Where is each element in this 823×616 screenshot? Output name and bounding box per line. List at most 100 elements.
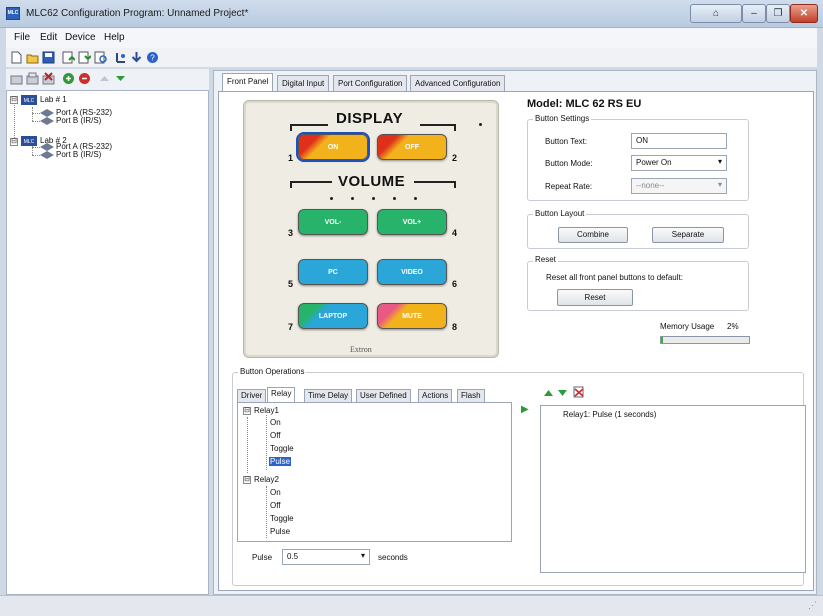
panel-button-pc[interactable]: PC: [298, 259, 368, 285]
menu-file[interactable]: File: [14, 32, 30, 43]
button-4-number: 4: [452, 228, 458, 238]
optab-flash[interactable]: Flash: [457, 389, 485, 402]
add-device-icon[interactable]: [10, 72, 23, 85]
menu-edit[interactable]: Edit: [40, 32, 57, 43]
optab-actions[interactable]: Actions: [418, 389, 453, 402]
relay-2-toggle[interactable]: Toggle: [270, 514, 294, 523]
red-circle-icon[interactable]: [78, 72, 91, 85]
pulse-value: 0.5: [287, 552, 299, 561]
tree-lab-1[interactable]: Lab # 1: [40, 95, 67, 104]
panel-button-vol-up[interactable]: VOL+: [377, 209, 447, 235]
panel-button-laptop[interactable]: LAPTOP: [298, 303, 368, 329]
volume-led-5: [414, 197, 417, 200]
upload-icon[interactable]: [62, 51, 75, 64]
port-icon: [40, 151, 54, 159]
button-8-number: 8: [452, 322, 458, 332]
window-extra-icon: ⌂: [712, 8, 720, 19]
relay-1-on[interactable]: On: [270, 418, 281, 427]
tab-digital-input[interactable]: Digital Input: [277, 75, 330, 91]
volume-led-3: [372, 197, 375, 200]
button-text-input[interactable]: ON: [631, 133, 727, 149]
volume-bracket-left: [290, 181, 332, 183]
repeat-rate-select[interactable]: --none-- ▾: [631, 178, 727, 194]
close-icon: ✕: [799, 8, 809, 19]
open-icon[interactable]: [26, 51, 39, 64]
panel-button-video[interactable]: VIDEO: [377, 259, 447, 285]
resize-grip-icon[interactable]: ⋰: [808, 600, 817, 611]
button-text-label: Button Text:: [545, 137, 588, 146]
minimize-button[interactable]: –: [742, 4, 766, 23]
optab-user-defined[interactable]: User Defined: [356, 389, 411, 402]
menu-help[interactable]: Help: [104, 32, 125, 43]
separate-button[interactable]: Separate: [652, 227, 724, 243]
list-item[interactable]: Relay1: Pulse (1 seconds): [563, 410, 656, 419]
relay-2-off[interactable]: Off: [270, 501, 281, 510]
device-icon: MLC: [21, 136, 37, 146]
optab-time-delay[interactable]: Time Delay: [304, 389, 353, 402]
display-indicator-led: [479, 123, 482, 126]
save-icon[interactable]: [42, 51, 55, 64]
pulse-select[interactable]: 0.5 ▾: [282, 549, 370, 565]
delete-operation-icon[interactable]: [573, 385, 585, 398]
button-3-number: 3: [288, 228, 294, 238]
move-down-icon[interactable]: [557, 388, 568, 398]
minimize-icon: –: [751, 8, 757, 19]
panel-button-on[interactable]: ON: [296, 132, 370, 162]
tab-port-configuration[interactable]: Port Configuration: [333, 75, 408, 91]
move-up-icon[interactable]: [98, 72, 111, 85]
window-title: MLC62 Configuration Program: Unnamed Pro…: [26, 8, 249, 19]
tree-toolbar: [6, 69, 209, 90]
download-icon[interactable]: [78, 51, 91, 64]
move-up-icon[interactable]: [543, 388, 554, 398]
relay-2-pulse[interactable]: Pulse: [270, 527, 290, 536]
chevron-down-icon: ▾: [717, 180, 722, 189]
panel-button-vol-down[interactable]: VOL-: [298, 209, 368, 235]
lab1-expander[interactable]: ⊟: [10, 96, 18, 104]
main-toolbar: ?: [6, 48, 817, 68]
optab-relay[interactable]: Relay: [267, 387, 296, 403]
tab-advanced-configuration[interactable]: Advanced Configuration: [410, 75, 506, 91]
delete-device-icon[interactable]: [42, 72, 55, 85]
button-layout-title: Button Layout: [533, 209, 587, 218]
connect-icon[interactable]: [114, 51, 127, 64]
relay-1-off[interactable]: Off: [270, 431, 281, 440]
refresh-icon[interactable]: [94, 51, 107, 64]
arrow-down-icon[interactable]: [130, 51, 143, 64]
relay-1-pulse[interactable]: Pulse: [269, 457, 292, 466]
tree-lab2-port-b[interactable]: Port B (IR/S): [56, 150, 101, 159]
green-circle-icon[interactable]: [62, 72, 75, 85]
relay-1-toggle[interactable]: Toggle: [270, 444, 294, 453]
volume-label: VOLUME: [338, 173, 406, 190]
tab-front-panel[interactable]: Front Panel: [222, 73, 274, 92]
optab-driver[interactable]: Driver: [237, 389, 267, 402]
restore-button[interactable]: ❐: [766, 4, 790, 23]
relay1-expander[interactable]: ⊟: [243, 407, 251, 415]
front-panel-device: DISPLAY 1 ON OFF 2 VOLUME 3 VOL- VOL+ 4 …: [243, 100, 499, 358]
lab2-expander[interactable]: ⊟: [10, 138, 18, 146]
help-icon[interactable]: ?: [146, 51, 159, 64]
panel-button-mute[interactable]: MUTE: [377, 303, 447, 329]
help-window-button[interactable]: ⌂: [690, 4, 742, 23]
relay-2-on[interactable]: On: [270, 488, 281, 497]
combine-button[interactable]: Combine: [558, 227, 628, 243]
move-down-icon[interactable]: [114, 72, 127, 85]
reset-button[interactable]: Reset: [557, 289, 633, 306]
model-title: Model: MLC 62 RS EU: [527, 98, 642, 110]
relay-2-node[interactable]: Relay2: [254, 475, 279, 484]
panel-button-off[interactable]: OFF: [377, 134, 447, 160]
new-icon[interactable]: [10, 51, 23, 64]
tree-connector: [32, 107, 33, 121]
copy-device-icon[interactable]: [26, 72, 39, 85]
menu-device[interactable]: Device: [65, 32, 96, 43]
relay-1-node[interactable]: Relay1: [254, 406, 279, 415]
button-mode-select[interactable]: Power On ▾: [631, 155, 727, 171]
add-operation-arrow-icon[interactable]: ▶: [521, 404, 529, 415]
menu-bar: File Edit Device Help: [6, 28, 817, 48]
tree-connector: [266, 415, 267, 470]
port-icon: [40, 109, 54, 117]
button-1-number: 1: [288, 153, 294, 163]
close-button[interactable]: ✕: [790, 4, 818, 23]
relay2-expander[interactable]: ⊟: [243, 476, 251, 484]
tree-lab1-port-b[interactable]: Port B (IR/S): [56, 116, 101, 125]
chevron-down-icon: ▾: [360, 551, 365, 560]
